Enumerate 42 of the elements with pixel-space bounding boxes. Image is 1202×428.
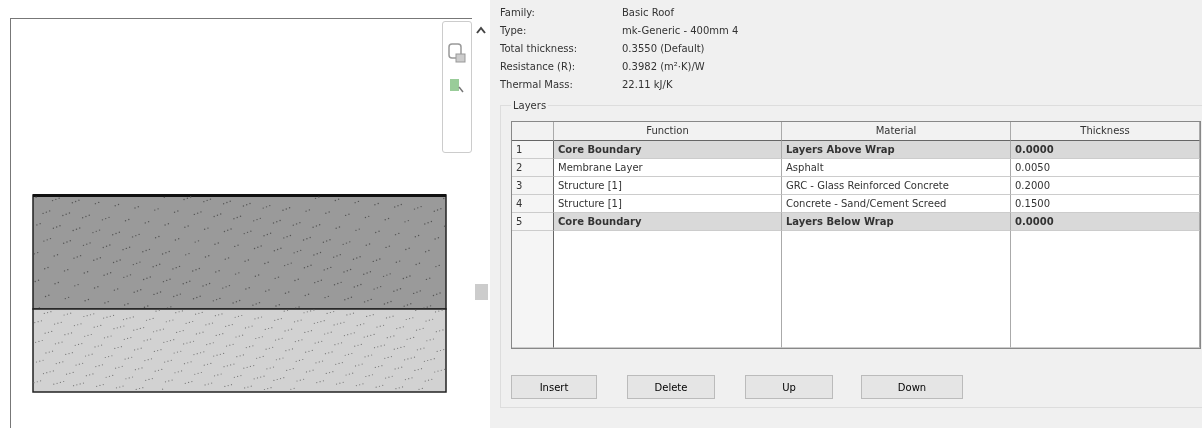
table-cell[interactable]: 0.0050	[1011, 159, 1200, 177]
group-title: Layers	[512, 100, 548, 111]
empty-cell[interactable]	[1011, 231, 1200, 348]
table-cell[interactable]: Core Boundary	[554, 213, 782, 231]
property-label: Resistance (R):	[500, 60, 577, 74]
row-number[interactable]: 2	[512, 159, 554, 177]
row-number[interactable]: 3	[512, 177, 554, 195]
action-button[interactable]: Insert	[511, 375, 597, 399]
property-label: Type:	[500, 24, 528, 38]
action-button[interactable]: Up	[745, 375, 833, 399]
table-cell[interactable]: 0.2000	[1011, 177, 1200, 195]
column-header: Thickness	[1011, 122, 1200, 141]
action-button[interactable]: Down	[861, 375, 963, 399]
table-cell[interactable]: Layers Below Wrap	[782, 213, 1011, 231]
column-header: Function	[554, 122, 782, 141]
row-number[interactable]: 1	[512, 141, 554, 159]
table-icon[interactable]	[449, 78, 465, 94]
scroll-up-icon[interactable]	[476, 26, 486, 34]
table-cell[interactable]: Core Boundary	[554, 141, 782, 159]
table-cell[interactable]: 0.0000	[1011, 213, 1200, 231]
property-value: 22.11 kJ/K	[622, 78, 674, 92]
empty-cell[interactable]	[782, 231, 1011, 348]
property-value: Basic Roof	[622, 6, 676, 20]
column-header: Material	[782, 122, 1011, 141]
property-label: Total thickness:	[500, 42, 579, 56]
table-cell[interactable]: 0.0000	[1011, 141, 1200, 159]
property-value: 0.3982 (m²·K)/W	[622, 60, 706, 74]
zoom-icon[interactable]	[447, 42, 467, 64]
property-label: Thermal Mass:	[500, 78, 574, 92]
table-cell[interactable]: Membrane Layer	[554, 159, 782, 177]
scroll-thumb[interactable]	[474, 284, 488, 300]
property-value: 0.3550 (Default)	[622, 42, 706, 56]
header-cell	[512, 122, 554, 141]
row-number[interactable]: 5	[512, 213, 554, 231]
table-cell[interactable]: GRC - Glass Reinforced Concrete	[782, 177, 1011, 195]
action-button[interactable]: Delete	[627, 375, 715, 399]
property-value: mk-Generic - 400mm 4	[622, 24, 740, 38]
table-cell[interactable]: Layers Above Wrap	[782, 141, 1011, 159]
row-number[interactable]: 4	[512, 195, 554, 213]
table-cell[interactable]: Asphalt	[782, 159, 1011, 177]
table-cell[interactable]: Structure [1]	[554, 177, 782, 195]
property-label: Family:	[500, 6, 536, 20]
